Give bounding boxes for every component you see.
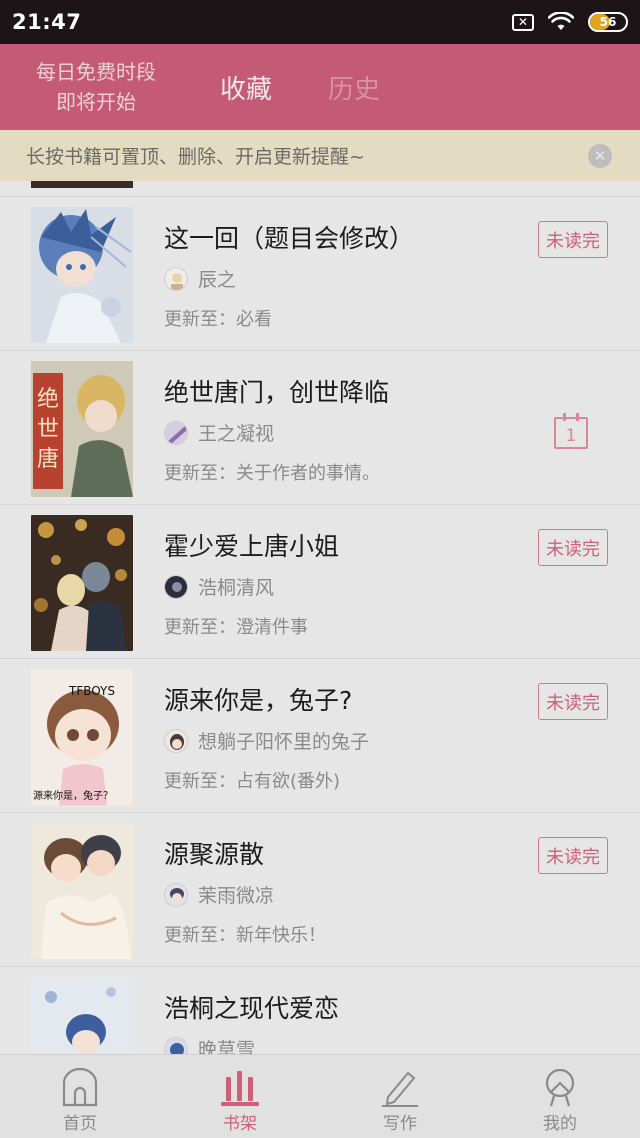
bookshelf-list[interactable]: 这一回（题目会修改） 辰之 更新至：必看 未读完 绝 世 唐 绝世唐门，创世降临… [0, 181, 640, 1054]
nav-write[interactable]: 写作 [320, 1055, 480, 1138]
unread-badge: 未读完 [538, 683, 608, 720]
author-name: 茉雨微凉 [198, 885, 275, 907]
book-row[interactable]: 源聚源散 茉雨微凉 更新至：新年快乐！ 未读完 [0, 813, 640, 967]
book-author: 王之凝视 [164, 419, 274, 446]
battery-icon: 56 [588, 12, 628, 32]
book-author: 辰之 [164, 265, 236, 292]
wifi-icon [548, 12, 574, 30]
unread-badge: 未读完 [538, 837, 608, 874]
tab-history[interactable]: 历史 [300, 69, 408, 106]
book-author: 茉雨微凉 [164, 881, 274, 908]
book-row[interactable]: TFBOYS 源来你是，兔子？ 源来你是，兔子? 想躺子阳怀里的兔子 更新至：占… [0, 659, 640, 813]
book-cover[interactable] [31, 515, 133, 651]
book-author: 浩桐清风 [164, 573, 274, 600]
book-update: 更新至：新年快乐！ [164, 925, 326, 946]
avatar [164, 882, 188, 907]
list-item-partial [0, 181, 640, 197]
svg-text:绝: 绝 [37, 387, 59, 412]
avatar [164, 728, 188, 753]
nav-label: 首页 [63, 1114, 97, 1134]
author-name: 王之凝视 [198, 423, 275, 445]
book-row[interactable]: 绝 世 唐 绝世唐门，创世降临 王之凝视 更新至：关于作者的事情。 1 [0, 351, 640, 505]
nav-home[interactable]: 首页 [0, 1055, 160, 1138]
book-title[interactable]: 绝世唐门，创世降临 [164, 373, 389, 409]
book-cover[interactable] [31, 977, 133, 1054]
book-update: 更新至：占有欲(番外) [164, 771, 341, 792]
book-update: 更新至：必看 [164, 309, 272, 330]
home-icon [62, 1067, 98, 1107]
book-cover[interactable]: 绝 世 唐 [31, 361, 133, 497]
nav-bookshelf[interactable]: 书架 [160, 1055, 320, 1138]
top-header: 每日免费时段 即将开始 收藏 历史 [0, 44, 640, 130]
book-row[interactable]: 浩桐之现代爱恋 晚草雪 [0, 967, 640, 1054]
calendar-icon[interactable]: 1 [554, 413, 588, 449]
author-name: 晚草雪 [198, 1039, 256, 1054]
promo-line-2: 即将开始 [56, 90, 136, 114]
nav-label: 书架 [223, 1114, 257, 1134]
bookshelf-icon [221, 1071, 259, 1106]
avatar [164, 266, 188, 291]
promo-line-1: 每日免费时段 [36, 60, 156, 84]
book-cover[interactable]: TFBOYS 源来你是，兔子？ [31, 669, 133, 805]
tip-banner: 长按书籍可置顶、删除、开启更新提醒~ ✕ [0, 130, 640, 181]
profile-icon [545, 1068, 575, 1107]
unread-badge: 未读完 [538, 529, 608, 566]
book-cover[interactable] [31, 207, 133, 343]
bottom-nav: 首页 书架 写作 我的 [0, 1054, 640, 1138]
nav-label: 写作 [383, 1114, 417, 1134]
book-author: 晚草雪 [164, 1035, 255, 1054]
avatar [164, 1036, 188, 1054]
cover-text-top: TFBOYS [68, 684, 115, 698]
free-period-promo[interactable]: 每日免费时段 即将开始 [0, 57, 192, 117]
avatar [164, 420, 188, 445]
status-time: 21:47 [12, 10, 82, 34]
book-title[interactable]: 源来你是，兔子? [164, 681, 352, 717]
status-bar: 21:47 ✕ 56 [0, 0, 640, 44]
book-title[interactable]: 这一回（题目会修改） [164, 219, 414, 255]
book-row[interactable]: 这一回（题目会修改） 辰之 更新至：必看 未读完 [0, 197, 640, 351]
book-author: 想躺子阳怀里的兔子 [164, 727, 369, 754]
book-update: 更新至：澄清件事 [164, 617, 308, 638]
book-row[interactable]: 霍少爱上唐小姐 浩桐清风 更新至：澄清件事 未读完 [0, 505, 640, 659]
book-cover-partial [31, 181, 133, 188]
book-update: 更新至：关于作者的事情。 [164, 463, 380, 484]
book-title[interactable]: 霍少爱上唐小姐 [164, 527, 339, 563]
svg-text:世: 世 [37, 417, 59, 442]
author-name: 浩桐清风 [198, 577, 275, 599]
nav-profile[interactable]: 我的 [480, 1055, 640, 1138]
battery-level: 56 [599, 15, 617, 29]
author-name: 想躺子阳怀里的兔子 [198, 731, 370, 753]
author-name: 辰之 [198, 269, 237, 291]
tip-text: 长按书籍可置顶、删除、开启更新提醒~ [26, 146, 365, 168]
book-title[interactable]: 源聚源散 [164, 835, 264, 871]
no-sim-icon: ✕ [512, 13, 534, 31]
book-title[interactable]: 浩桐之现代爱恋 [164, 989, 339, 1025]
close-icon[interactable]: ✕ [588, 144, 612, 168]
nav-label: 我的 [543, 1114, 577, 1134]
tab-favorites[interactable]: 收藏 [192, 69, 300, 106]
book-cover[interactable] [31, 823, 133, 959]
svg-text:唐: 唐 [37, 447, 59, 472]
avatar [164, 574, 188, 599]
cover-text-bottom: 源来你是，兔子？ [33, 789, 113, 802]
pencil-icon [382, 1071, 418, 1107]
unread-badge: 未读完 [538, 221, 608, 258]
